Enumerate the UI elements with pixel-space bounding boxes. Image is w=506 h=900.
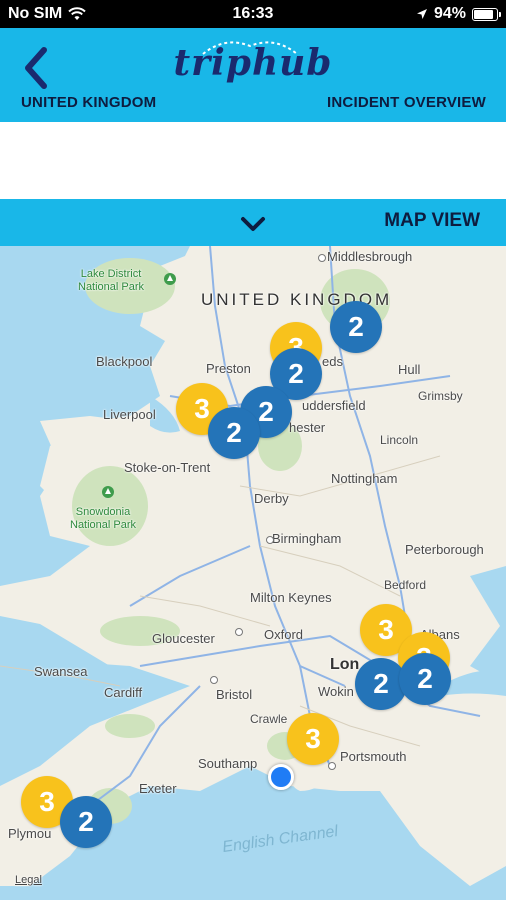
place-liverpool: Liverpool xyxy=(103,407,156,422)
place-peterborough: Peterborough xyxy=(405,542,484,557)
place-london: Lon xyxy=(330,656,360,673)
place-milton-keynes: Milton Keynes xyxy=(250,590,332,605)
snowdonia-label: Snowdonia National Park xyxy=(70,506,137,531)
map[interactable]: UNITED KINGDOM Lake District National Pa… xyxy=(0,246,506,900)
place-leeds: eds xyxy=(322,354,343,369)
place-grimsby: Grimsby xyxy=(418,389,463,403)
incident-cluster-plymouth-blue[interactable]: 2 xyxy=(60,796,112,848)
great-britain-land xyxy=(0,246,506,886)
place-bedford: Bedford xyxy=(384,578,427,592)
user-location-marker xyxy=(268,764,294,790)
chevron-down-icon[interactable] xyxy=(239,215,267,233)
place-hull: Hull xyxy=(398,362,421,377)
city-dot xyxy=(235,628,243,636)
battery-icon xyxy=(472,7,501,21)
incident-cluster-brighton[interactable]: 3 xyxy=(287,713,339,765)
battery-percent: 94% xyxy=(433,5,466,22)
triphub-logo: triphub xyxy=(173,42,333,84)
park-tree-icon xyxy=(164,273,176,285)
exmoor-park xyxy=(105,714,155,738)
place-exeter: Exeter xyxy=(139,781,177,796)
place-swansea: Swansea xyxy=(34,664,88,679)
city-dot xyxy=(318,254,326,262)
place-bristol: Bristol xyxy=(216,687,253,702)
city-dot xyxy=(328,762,336,770)
legal-link[interactable]: Legal xyxy=(15,874,42,886)
place-southampton: Southamp xyxy=(198,756,258,771)
status-right: 94% xyxy=(416,5,501,23)
app-header: triphub UNITED KINGDOM INCIDENT OVERVIEW xyxy=(0,28,506,122)
place-crawley: Crawle xyxy=(250,712,288,726)
place-portsmouth: Portsmouth xyxy=(340,749,407,764)
place-plymouth: Plymou xyxy=(8,826,52,841)
place-huddersfield: uddersfield xyxy=(302,398,366,413)
place-gloucester: Gloucester xyxy=(152,631,215,646)
battery-fill xyxy=(474,9,493,19)
city-dot xyxy=(210,676,218,684)
place-manchester: hester xyxy=(289,420,326,435)
place-middlesbrough: Middlesbrough xyxy=(327,249,413,264)
place-lincoln: Lincoln xyxy=(380,433,419,447)
place-birmingham: Birmingham xyxy=(272,531,342,546)
place-blackpool: Blackpool xyxy=(96,354,153,369)
incident-cluster-newcastle[interactable]: 2 xyxy=(330,301,382,353)
park-tree-icon xyxy=(102,486,114,498)
place-nottingham: Nottingham xyxy=(331,471,398,486)
place-oxford: Oxford xyxy=(264,627,304,642)
section-label[interactable]: INCIDENT OVERVIEW xyxy=(327,94,486,111)
city-dot xyxy=(266,536,274,544)
map-view-bar[interactable]: MAP VIEW xyxy=(0,199,506,246)
map-view-label: MAP VIEW xyxy=(384,210,480,231)
incident-cluster-london-b[interactable]: 2 xyxy=(399,653,451,705)
status-bar: No SIM 16:33 94% xyxy=(0,0,506,28)
location-arrow-icon xyxy=(416,9,427,19)
incident-cluster-manchester-b[interactable]: 2 xyxy=(208,407,260,459)
place-derby: Derby xyxy=(254,491,289,506)
content-panel xyxy=(0,122,506,199)
place-preston: Preston xyxy=(206,361,251,376)
place-woking: Wokin xyxy=(318,684,354,699)
country-label[interactable]: UNITED KINGDOM xyxy=(21,94,156,111)
place-stoke: Stoke-on-Trent xyxy=(124,460,211,475)
place-cardiff: Cardiff xyxy=(104,685,143,700)
lake-district-label: Lake District National Park xyxy=(78,268,145,293)
